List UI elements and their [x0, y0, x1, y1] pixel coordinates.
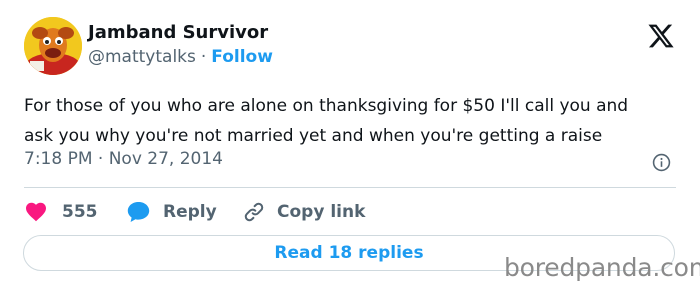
avatar[interactable]	[24, 17, 82, 75]
tweet-text-line: ask you why you're not married yet and w…	[24, 126, 603, 146]
follow-button[interactable]: Follow	[211, 47, 273, 67]
author-handle[interactable]: @mattytalks	[88, 47, 196, 67]
tweet-card: Jamband Survivor @mattytalks · Follow For …	[0, 0, 700, 288]
like-count: 555	[62, 202, 98, 222]
watermark: boredpanda.com	[504, 253, 700, 282]
reply-label: Reply	[163, 202, 217, 222]
muppet-avatar-icon	[24, 17, 82, 75]
tweet-text-line: For those of you who are alone on thanks…	[24, 96, 629, 116]
copy-link-label: Copy link	[277, 202, 366, 222]
tweet-timestamp[interactable]: 7:18 PM · Nov 27, 2014	[24, 149, 223, 169]
link-icon	[244, 202, 264, 222]
divider	[24, 187, 676, 188]
read-replies-label: Read 18 replies	[274, 243, 424, 263]
separator-dot: ·	[200, 47, 207, 67]
copy-link-button[interactable]: Copy link	[243, 199, 365, 225]
reply-button[interactable]: Reply	[126, 199, 217, 225]
like-button[interactable]: 555	[24, 199, 98, 225]
x-logo-icon[interactable]	[647, 22, 675, 50]
author-handle-row: @mattytalks · Follow	[88, 47, 273, 67]
tweet-text: For those of you who are alone on thanks…	[24, 91, 684, 151]
info-icon[interactable]	[652, 153, 671, 172]
heart-icon	[26, 202, 46, 222]
author-display-name[interactable]: Jamband Survivor	[88, 22, 268, 43]
speech-bubble-icon	[127, 202, 150, 222]
